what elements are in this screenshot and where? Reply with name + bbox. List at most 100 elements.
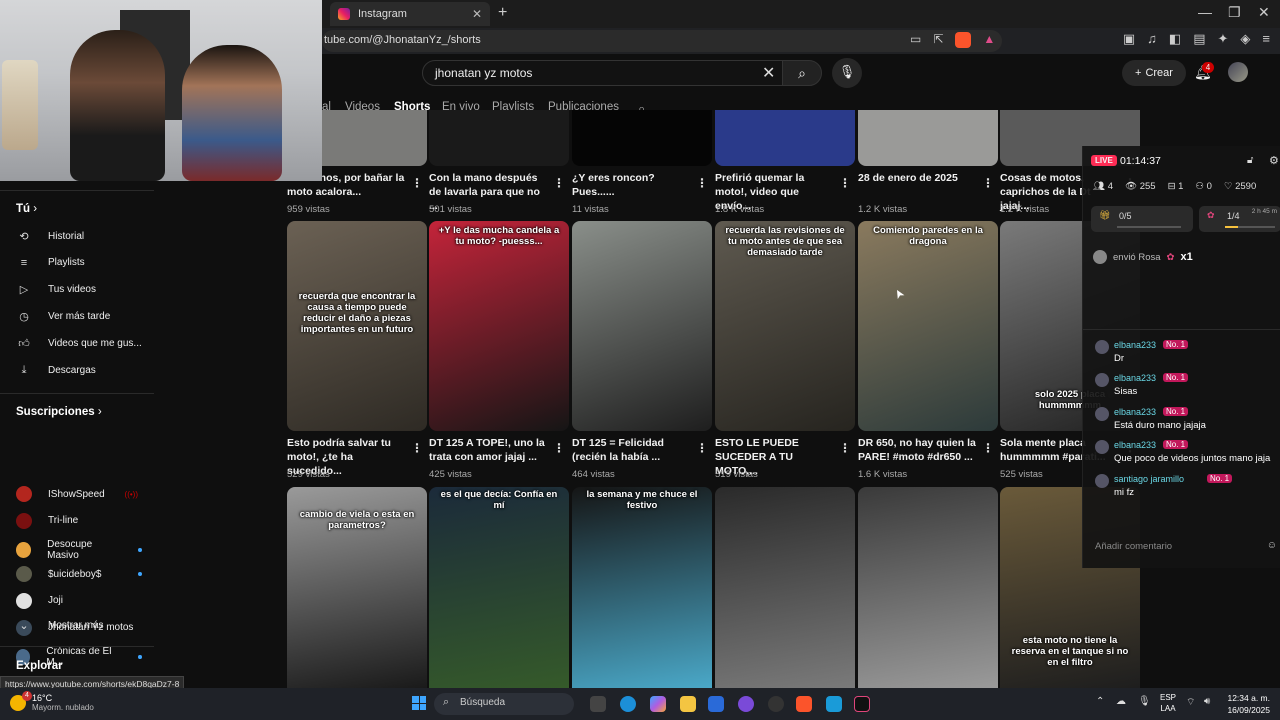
windows-start-icon[interactable] — [412, 696, 426, 710]
file-explorer-icon[interactable] — [680, 696, 696, 712]
github-icon[interactable] — [768, 696, 784, 712]
subscription-item[interactable]: Tri-line — [16, 512, 156, 529]
sidebar-item-videos-que-me-gus-[interactable]: 👍︎ Videos que me gus... — [16, 337, 156, 350]
short-thumbnail[interactable] — [858, 487, 998, 688]
short-thumbnail[interactable]: cambio de viela o esta en parametros? — [287, 487, 427, 688]
short-thumbnail[interactable] — [858, 110, 998, 166]
chat-username[interactable]: elbana233 — [1114, 340, 1156, 350]
sidebar-item-playlists[interactable]: ≡ Playlists — [16, 257, 156, 269]
short-thumbnail[interactable] — [715, 487, 855, 688]
taskbar-search[interactable]: ⌕ Búsqueda — [434, 693, 574, 715]
short-thumbnail[interactable]: recuerda las revisiones de tu moto antes… — [715, 221, 855, 431]
sidebar-item-historial[interactable]: ⟲ Historial — [16, 230, 156, 243]
restore-button[interactable]: ❐ — [1228, 4, 1241, 21]
short-title[interactable]: DT 125 A TOPE!, uno la trata con amor ja… — [429, 436, 547, 464]
short-thumbnail[interactable]: la semana y me chuce el festivo — [572, 487, 712, 688]
more-options-icon[interactable]: ⋮ — [839, 441, 851, 455]
cast-icon[interactable]: ▭ — [910, 32, 921, 48]
more-options-icon[interactable]: ⋮ — [696, 441, 708, 455]
short-title[interactable]: DT 125 = Felicidad (recién la había ... — [572, 436, 690, 464]
show-more-button[interactable]: ⌄ Mostrar más — [16, 619, 156, 632]
short-thumbnail[interactable]: +Y le das mucha candela a tu moto? -pues… — [429, 221, 569, 431]
tiktok-icon[interactable] — [854, 696, 870, 712]
close-tab-icon[interactable]: ✕ — [472, 7, 482, 21]
short-views: 11 vistas — [572, 204, 609, 215]
create-button[interactable]: + Crear — [1122, 60, 1186, 86]
more-options-icon[interactable]: ⋮ — [839, 176, 851, 190]
short-thumbnail[interactable]: recuerda que encontrar la causa a tiempo… — [287, 221, 427, 431]
subscription-item[interactable]: $uicideboy$ — [16, 566, 156, 583]
short-thumbnail[interactable]: Comiendo paredes en la dragona — [858, 221, 998, 431]
language-indicator[interactable]: ESP LAA — [1160, 692, 1176, 714]
system-clock[interactable]: 12:34 a. m. 16/09/2025 — [1226, 692, 1270, 716]
subscription-item[interactable]: Desocupe Masivo — [16, 539, 156, 561]
sidebar-you-header[interactable]: Tú › — [16, 203, 37, 215]
edge-icon[interactable] — [620, 696, 636, 712]
short-thumbnail[interactable] — [572, 221, 712, 431]
close-window-button[interactable]: ✕ — [1258, 4, 1270, 21]
app-icon[interactable] — [738, 696, 754, 712]
clear-search-icon[interactable]: ✕ — [762, 63, 775, 83]
lock-icon[interactable]: 🔓︎ — [1247, 155, 1253, 166]
sidebar-item-descargas[interactable]: ⤓ Descargas — [16, 364, 156, 377]
wifi-icon[interactable]: ⌔ — [1186, 696, 1195, 709]
short-thumbnail[interactable]: es el que decía: Confía en mí — [429, 487, 569, 688]
wallet-card-icon[interactable]: ▤ — [1193, 31, 1205, 47]
gift-goal-2[interactable]: ✿ 1/4 2 h 45 m — [1199, 206, 1280, 232]
chat-username[interactable]: santiago jaramillo — [1114, 474, 1184, 484]
search-icon: ⌕ — [443, 696, 450, 708]
more-options-icon[interactable]: ⋮ — [982, 176, 994, 190]
more-options-icon[interactable]: ⋮ — [553, 176, 565, 190]
settings-gear-icon[interactable]: ⚙ — [1269, 154, 1279, 167]
onedrive-icon[interactable]: ☁ — [1116, 696, 1126, 707]
account-avatar[interactable] — [1228, 62, 1248, 82]
short-title[interactable]: DR 650, no hay quien la PARE! #moto #dr6… — [858, 436, 976, 464]
tray-chevron-icon[interactable]: ⌃ — [1096, 696, 1104, 707]
wallet-icon[interactable]: ▣ — [1123, 31, 1135, 47]
short-thumbnail[interactable] — [429, 110, 569, 166]
short-title[interactable]: ¿Y eres roncon? Pues...... — [572, 171, 690, 199]
volume-icon[interactable]: 🔊︎ — [1204, 696, 1210, 707]
music-icon[interactable]: ♫ — [1147, 31, 1157, 47]
new-tab-button[interactable]: + — [498, 4, 507, 22]
more-options-icon[interactable]: ⋮ — [982, 441, 994, 455]
subscription-item[interactable]: Joji — [16, 592, 156, 609]
comment-input[interactable]: Añadir comentario ☺ — [1089, 536, 1277, 558]
minimize-button[interactable]: — — [1198, 4, 1212, 20]
more-options-icon[interactable]: ⋮ — [411, 441, 423, 455]
outlook-icon[interactable] — [708, 696, 724, 712]
short-thumbnail[interactable] — [715, 110, 855, 166]
emoji-icon[interactable]: ☺ — [1267, 540, 1277, 551]
browser-tab-instagram[interactable]: Instagram ✕ — [330, 2, 490, 26]
gift-goal-1[interactable]: 🎁︎ 0/5 — [1091, 206, 1193, 232]
voice-search-button[interactable]: 🎙︎ — [832, 58, 862, 88]
sidebar-icon[interactable]: ◧ — [1169, 31, 1181, 47]
address-bar[interactable]: tube.com/@JhonatanYz_/shorts — [322, 30, 1002, 52]
vpn-icon[interactable]: ◈ — [1240, 31, 1250, 47]
more-options-icon[interactable]: ⋮ — [696, 176, 708, 190]
short-thumbnail[interactable] — [572, 110, 712, 166]
chat-username[interactable]: elbana233 — [1114, 407, 1156, 417]
share-icon[interactable]: ⇱ — [933, 32, 943, 48]
task-view-icon[interactable] — [590, 696, 606, 712]
leo-icon[interactable]: ✦ — [1218, 31, 1229, 47]
subscription-item[interactable]: IShowSpeed ((•)) — [16, 486, 156, 502]
sidebar-item-ver-m-s-tarde[interactable]: ◷ Ver más tarde — [16, 310, 156, 323]
search-input[interactable]: jhonatan yz motos — [422, 60, 786, 86]
more-options-icon[interactable]: ⋮ — [553, 441, 565, 455]
weather-widget[interactable]: 4 16°C Mayorm. nublado — [10, 691, 94, 712]
sidebar-subscriptions-header[interactable]: Suscripciones › — [16, 406, 102, 418]
brave-shields-icon[interactable] — [955, 32, 972, 48]
more-options-icon[interactable]: ⋮ — [411, 176, 423, 190]
sidebar-item-tus-videos[interactable]: ▷ Tus videos — [16, 283, 156, 296]
microphone-icon[interactable]: 🎙︎ — [1138, 696, 1151, 707]
chat-username[interactable]: elbana233 — [1114, 373, 1156, 383]
search-button[interactable]: ⌕ — [782, 60, 822, 86]
brave-icon[interactable] — [796, 696, 812, 712]
copilot-icon[interactable] — [650, 696, 666, 712]
store-icon[interactable] — [826, 696, 842, 712]
menu-icon[interactable]: ≡ — [1262, 31, 1270, 47]
brave-rewards-icon[interactable]: ▲ — [983, 32, 995, 48]
chat-username[interactable]: elbana233 — [1114, 440, 1156, 450]
short-title[interactable]: 28 de enero de 2025 — [858, 171, 976, 185]
